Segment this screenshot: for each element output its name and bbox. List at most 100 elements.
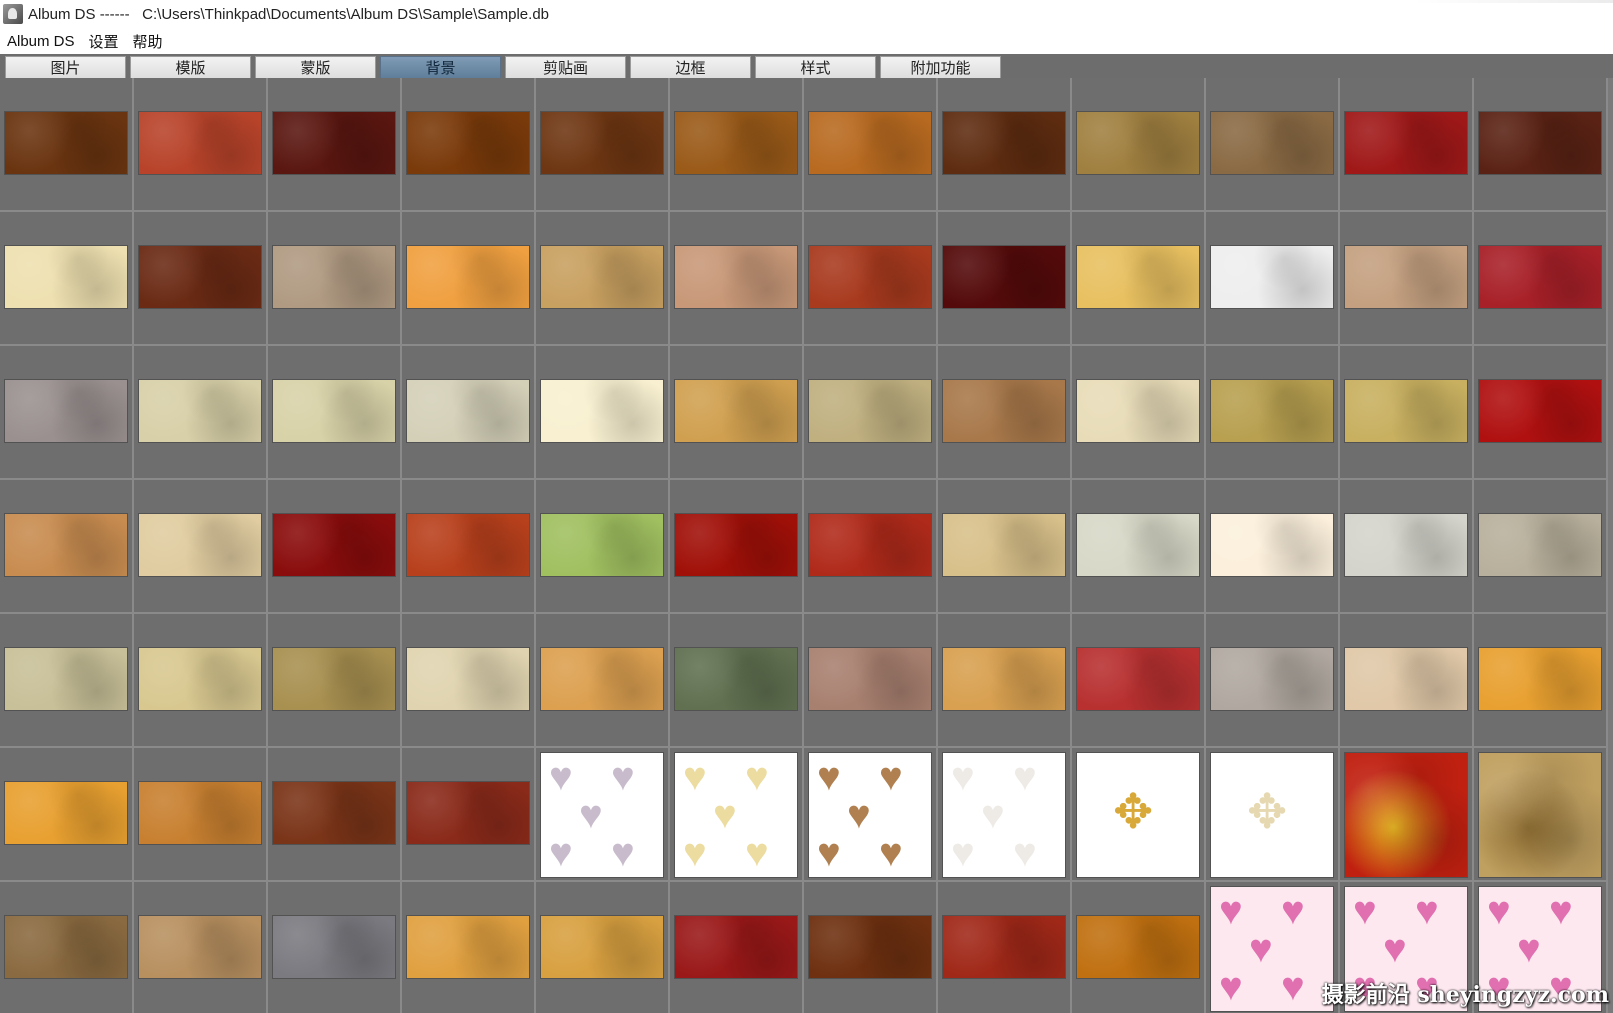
thumbnail-cell[interactable] xyxy=(670,614,804,748)
background-thumbnail xyxy=(139,246,261,308)
thumbnail-cell[interactable] xyxy=(1340,346,1474,480)
thumbnail-cell[interactable] xyxy=(804,614,938,748)
thumbnail-cell[interactable] xyxy=(1206,480,1340,614)
thumbnail-cell[interactable] xyxy=(402,882,536,1013)
thumbnail-cell[interactable] xyxy=(938,78,1072,212)
tab-styles[interactable]: 样式 xyxy=(755,56,876,78)
thumbnail-cell[interactable] xyxy=(938,212,1072,346)
menu-settings[interactable]: 设置 xyxy=(82,31,126,52)
thumbnail-cell[interactable] xyxy=(402,480,536,614)
thumbnail-cell[interactable] xyxy=(1340,78,1474,212)
menu-help[interactable]: 帮助 xyxy=(126,31,170,52)
thumbnail-cell[interactable] xyxy=(536,78,670,212)
thumbnail-cell[interactable] xyxy=(134,346,268,480)
tab-templates[interactable]: 模版 xyxy=(130,56,251,78)
thumbnail-cell[interactable] xyxy=(402,78,536,212)
thumbnail-cell[interactable] xyxy=(804,882,938,1013)
thumbnail-cell[interactable] xyxy=(1474,614,1608,748)
thumbnail-cell[interactable] xyxy=(670,346,804,480)
thumbnail-cell[interactable]: ♥ ♥ ♥ ♥ ♥ xyxy=(804,748,938,882)
thumbnail-cell[interactable] xyxy=(0,480,134,614)
thumbnail-cell[interactable] xyxy=(134,480,268,614)
app-icon xyxy=(3,4,23,24)
thumbnail-cell[interactable] xyxy=(1072,614,1206,748)
thumbnail-cell[interactable] xyxy=(1206,346,1340,480)
thumbnail-cell[interactable] xyxy=(1206,614,1340,748)
thumbnail-cell[interactable] xyxy=(402,614,536,748)
thumbnail-cell[interactable] xyxy=(1072,882,1206,1013)
thumbnail-cell[interactable]: ♥ ♥ ♥ ♥ ♥ xyxy=(1206,882,1340,1013)
thumbnail-cell[interactable] xyxy=(1474,78,1608,212)
thumbnail-cell[interactable] xyxy=(1340,212,1474,346)
thumbnail-cell[interactable] xyxy=(268,346,402,480)
thumbnail-cell[interactable] xyxy=(134,748,268,882)
background-thumbnail xyxy=(273,246,395,308)
tab-masks[interactable]: 蒙版 xyxy=(255,56,376,78)
thumbnail-cell[interactable] xyxy=(1474,748,1608,882)
menu-album-ds[interactable]: Album DS xyxy=(0,33,82,50)
thumbnail-cell[interactable] xyxy=(670,212,804,346)
thumbnail-cell[interactable] xyxy=(402,748,536,882)
thumbnail-cell[interactable] xyxy=(134,212,268,346)
thumbnail-cell[interactable] xyxy=(0,882,134,1013)
thumbnail-cell[interactable] xyxy=(268,78,402,212)
thumbnail-cell[interactable] xyxy=(0,346,134,480)
thumbnail-cell[interactable]: ♥ ♥ ♥ ♥ ♥ xyxy=(536,748,670,882)
thumbnail-cell[interactable] xyxy=(670,78,804,212)
thumbnail-cell[interactable] xyxy=(536,346,670,480)
thumbnail-cell[interactable] xyxy=(804,346,938,480)
thumbnail-cell[interactable] xyxy=(1474,346,1608,480)
thumbnail-cell[interactable]: ♥ ♥ ♥ ♥ ♥ xyxy=(670,748,804,882)
thumbnail-cell[interactable]: ♥ ♥ ♥ ♥ ♥ xyxy=(938,748,1072,882)
thumbnail-cell[interactable] xyxy=(536,212,670,346)
thumbnail-cell[interactable] xyxy=(1072,78,1206,212)
thumbnail-cell[interactable] xyxy=(1340,748,1474,882)
thumbnail-cell[interactable] xyxy=(804,78,938,212)
thumbnail-cell[interactable] xyxy=(938,614,1072,748)
tab-backgrounds[interactable]: 背景 xyxy=(380,56,501,78)
thumbnail-cell[interactable] xyxy=(268,882,402,1013)
thumbnail-cell[interactable] xyxy=(938,346,1072,480)
thumbnail-cell[interactable] xyxy=(0,212,134,346)
scrollbar[interactable] xyxy=(1608,78,1613,1013)
tab-extras[interactable]: 附加功能 xyxy=(880,56,1001,78)
thumbnail-cell[interactable] xyxy=(1072,212,1206,346)
thumbnail-cell[interactable] xyxy=(402,346,536,480)
tab-frames[interactable]: 边框 xyxy=(630,56,751,78)
thumbnail-cell[interactable] xyxy=(1072,480,1206,614)
thumbnail-cell[interactable] xyxy=(1072,346,1206,480)
thumbnail-cell[interactable] xyxy=(1340,480,1474,614)
heart-icon: ♥ xyxy=(1219,889,1243,933)
thumbnail-cell[interactable] xyxy=(804,212,938,346)
tab-clipart[interactable]: 剪贴画 xyxy=(505,56,626,78)
thumbnail-cell[interactable] xyxy=(804,480,938,614)
tab-pictures[interactable]: 图片 xyxy=(5,56,126,78)
thumbnail-cell[interactable] xyxy=(536,614,670,748)
thumbnail-cell[interactable] xyxy=(1206,212,1340,346)
thumbnail-cell[interactable] xyxy=(134,78,268,212)
thumbnail-cell[interactable]: ✥ xyxy=(1072,748,1206,882)
thumbnail-cell[interactable]: ✥ xyxy=(1206,748,1340,882)
thumbnail-cell[interactable] xyxy=(938,882,1072,1013)
thumbnail-cell[interactable] xyxy=(402,212,536,346)
thumbnail-cell[interactable] xyxy=(1340,614,1474,748)
thumbnail-cell[interactable] xyxy=(536,882,670,1013)
background-thumbnail xyxy=(943,514,1065,576)
thumbnail-cell[interactable] xyxy=(0,614,134,748)
thumbnail-cell[interactable] xyxy=(1206,78,1340,212)
thumbnail-cell[interactable] xyxy=(536,480,670,614)
thumbnail-cell[interactable] xyxy=(134,614,268,748)
thumbnail-cell[interactable] xyxy=(1474,212,1608,346)
thumbnail-cell[interactable] xyxy=(268,748,402,882)
thumbnail-cell[interactable] xyxy=(0,78,134,212)
thumbnail-cell[interactable] xyxy=(268,212,402,346)
background-thumbnail xyxy=(1211,648,1333,710)
thumbnail-cell[interactable] xyxy=(268,614,402,748)
thumbnail-cell[interactable] xyxy=(670,882,804,1013)
thumbnail-cell[interactable] xyxy=(938,480,1072,614)
thumbnail-cell[interactable] xyxy=(268,480,402,614)
thumbnail-cell[interactable] xyxy=(0,748,134,882)
thumbnail-cell[interactable] xyxy=(670,480,804,614)
thumbnail-cell[interactable] xyxy=(1474,480,1608,614)
thumbnail-cell[interactable] xyxy=(134,882,268,1013)
